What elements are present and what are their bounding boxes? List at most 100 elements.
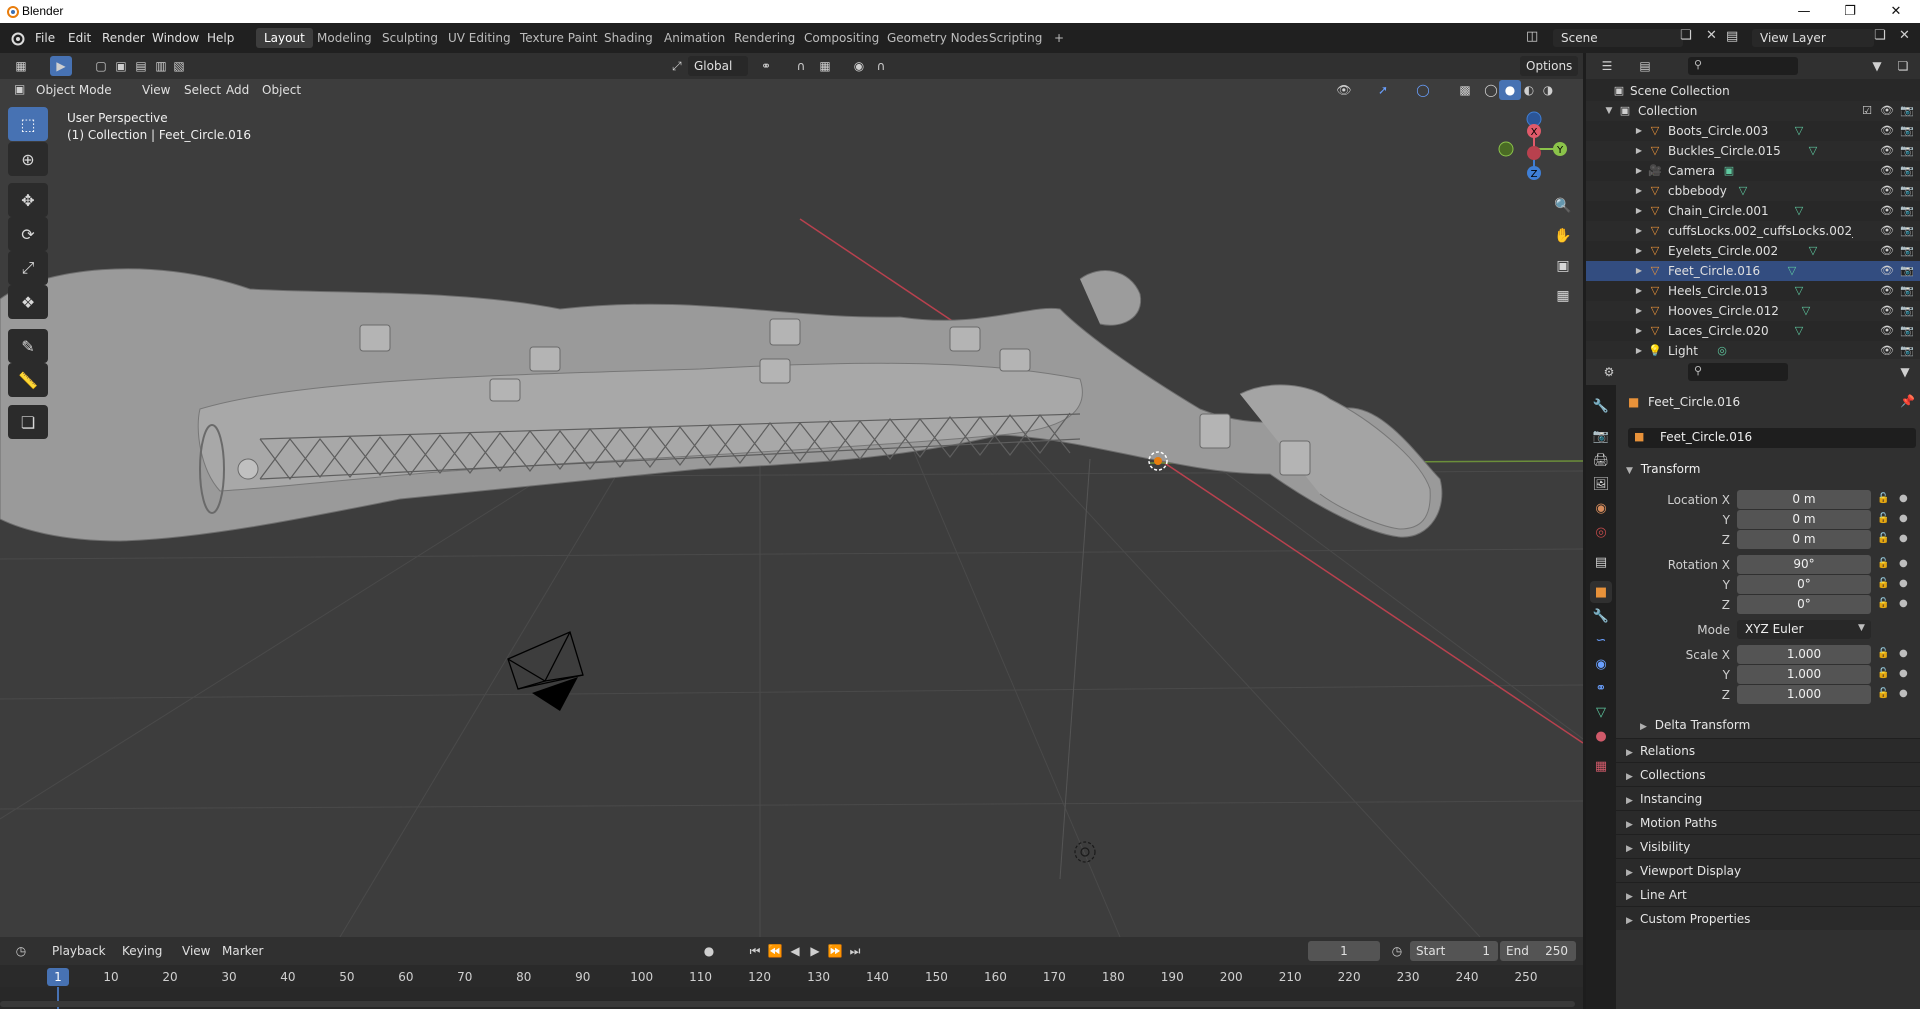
- menu-window[interactable]: Window: [145, 29, 206, 47]
- tab-texture-paint[interactable]: Texture Paint: [512, 28, 605, 48]
- preview-range-icon[interactable]: ◷: [1386, 941, 1408, 961]
- panel-relations[interactable]: ▶ Relations: [1616, 738, 1920, 762]
- start-frame-field[interactable]: Start 1: [1410, 941, 1498, 961]
- delta-transform-subpanel[interactable]: ▶ Delta Transform: [1630, 714, 1910, 736]
- mesh-data-icon[interactable]: ▽: [1785, 264, 1799, 278]
- perspective-toggle-icon[interactable]: ▦: [1550, 283, 1576, 309]
- panel-motion-paths[interactable]: ▶ Motion Paths: [1616, 810, 1920, 834]
- outliner-item[interactable]: ▶ ▽ Laces_Circle.020 👁 📷 ▽: [1586, 321, 1920, 341]
- lock-icon[interactable]: 🔓: [1877, 558, 1889, 569]
- location-z-field[interactable]: 0 m: [1737, 530, 1871, 549]
- tab-compositing[interactable]: Compositing: [796, 28, 887, 48]
- expand-icon[interactable]: ▶: [1632, 204, 1646, 218]
- scale-y-field[interactable]: 1.000: [1737, 665, 1871, 684]
- transform-orientation-dropdown[interactable]: Global: [688, 56, 748, 76]
- falloff-icon[interactable]: ∩: [870, 56, 892, 76]
- scene-name-field[interactable]: Scene: [1553, 29, 1683, 47]
- select-intersect-icon[interactable]: ▧: [168, 56, 190, 76]
- texture-tab-icon[interactable]: ▦: [1590, 755, 1612, 777]
- outliner-search-input[interactable]: [1688, 57, 1798, 75]
- scale-x-field[interactable]: 1.000: [1737, 645, 1871, 664]
- render-camera-icon[interactable]: 📷: [1900, 264, 1914, 278]
- select-new-icon[interactable]: ▢: [90, 56, 112, 76]
- keyframe-dot-icon[interactable]: ●: [1899, 598, 1908, 609]
- rotation-z-field[interactable]: 0°: [1737, 595, 1871, 614]
- hide-eye-icon[interactable]: 👁: [1880, 284, 1894, 298]
- expand-icon[interactable]: ▶: [1632, 164, 1646, 178]
- timeline-menu-view[interactable]: View: [176, 941, 216, 961]
- hide-eye-icon[interactable]: 👁: [1880, 164, 1894, 178]
- render-camera-icon[interactable]: 📷: [1900, 304, 1914, 318]
- cursor-tool-icon[interactable]: ⊕: [8, 142, 48, 176]
- viewport-menu-view[interactable]: View: [136, 80, 176, 100]
- tab-layout[interactable]: Layout: [256, 28, 313, 48]
- scene-tab-icon[interactable]: ◉: [1590, 497, 1612, 519]
- mesh-data-icon[interactable]: ▽: [1806, 144, 1820, 158]
- snap-target-icon[interactable]: ▦: [814, 56, 836, 76]
- tab-sculpting[interactable]: Sculpting: [374, 28, 446, 48]
- menu-render[interactable]: Render: [95, 29, 152, 47]
- keyframe-dot-icon[interactable]: ●: [1899, 578, 1908, 589]
- expand-icon[interactable]: ▶: [1632, 304, 1646, 318]
- outliner-item[interactable]: ▶ ▽ Feet_Circle.016 👁 📷 ▽: [1586, 261, 1920, 281]
- panel-line-art[interactable]: ▶ Line Art: [1616, 882, 1920, 906]
- outliner-collection[interactable]: ▼ ▣ Collection ☑ 👁 📷: [1586, 101, 1920, 121]
- outliner-item[interactable]: ▶ ▽ Hooves_Circle.012 👁 📷 ▽: [1586, 301, 1920, 321]
- camera-data-icon[interactable]: ▣: [1722, 164, 1736, 178]
- hide-eye-icon[interactable]: 👁: [1880, 124, 1894, 138]
- menu-help[interactable]: Help: [200, 29, 241, 47]
- play-icon[interactable]: ▶: [804, 941, 826, 961]
- expand-icon[interactable]: ▶: [1632, 264, 1646, 278]
- outliner-item[interactable]: ▶ 🎥 Camera 👁 📷 ▣: [1586, 161, 1920, 181]
- move-tool-icon[interactable]: ✥: [8, 183, 48, 217]
- transform-panel-header[interactable]: ▼ Transform: [1616, 457, 1920, 481]
- mesh-data-icon[interactable]: ▽: [1792, 204, 1806, 218]
- render-camera-icon[interactable]: 📷: [1900, 164, 1914, 178]
- lock-icon[interactable]: 🔓: [1877, 513, 1889, 524]
- rotation-y-field[interactable]: 0°: [1737, 575, 1871, 594]
- pan-hand-icon[interactable]: ✋: [1550, 223, 1576, 249]
- light-data-icon[interactable]: ◎: [1715, 344, 1729, 358]
- render-camera-icon[interactable]: 📷: [1900, 204, 1914, 218]
- collapse-icon[interactable]: ▼: [1602, 104, 1616, 118]
- render-tab-icon[interactable]: 📷: [1590, 425, 1612, 447]
- object-mode-dropdown[interactable]: Object Mode: [30, 80, 118, 100]
- tab-shading[interactable]: Shading: [596, 28, 661, 48]
- restore-button[interactable]: ❐: [1827, 0, 1873, 23]
- timeline-frame-ruler[interactable]: 1 10 20 30 40 50 60 70 80 90 100 110 120 130 140 150 160…: [0, 965, 1583, 1009]
- properties-editor-type-icon[interactable]: ⚙: [1598, 362, 1620, 382]
- exclude-checkbox-icon[interactable]: ☑: [1860, 104, 1874, 118]
- annotate-tool-icon[interactable]: ✎: [8, 329, 48, 363]
- zoom-icon[interactable]: 🔍: [1550, 193, 1576, 219]
- select-box-tool-icon[interactable]: ⬚: [8, 107, 48, 141]
- tab-rendering[interactable]: Rendering: [726, 28, 803, 48]
- add-cube-tool-icon[interactable]: ❏: [8, 405, 48, 439]
- proportional-edit-icon[interactable]: ◉: [848, 56, 870, 76]
- mesh-data-icon[interactable]: ▽: [1806, 244, 1820, 258]
- keyframe-dot-icon[interactable]: ●: [1899, 648, 1908, 659]
- render-camera-icon[interactable]: 📷: [1900, 224, 1914, 238]
- panel-custom-properties[interactable]: ▶ Custom Properties: [1616, 906, 1920, 930]
- physics-tab-icon[interactable]: ◉: [1590, 653, 1612, 675]
- lock-icon[interactable]: 🔓: [1877, 533, 1889, 544]
- tool-tab-icon[interactable]: 🔧: [1590, 395, 1612, 417]
- mesh-data-icon[interactable]: ▽: [1792, 324, 1806, 338]
- lock-icon[interactable]: 🔓: [1877, 493, 1889, 504]
- blender-menu-icon[interactable]: [9, 30, 25, 46]
- render-camera-icon[interactable]: 📷: [1900, 104, 1914, 118]
- remove-scene-icon[interactable]: ✕: [1706, 28, 1717, 43]
- hide-eye-icon[interactable]: 👁: [1880, 264, 1894, 278]
- hide-eye-icon[interactable]: 👁: [1880, 324, 1894, 338]
- jump-end-icon[interactable]: ⏭: [844, 941, 866, 961]
- minimize-button[interactable]: —: [1781, 0, 1827, 23]
- scene-browse-icon[interactable]: ◫: [1526, 29, 1538, 44]
- jump-prev-keyframe-icon[interactable]: ⏪: [764, 941, 786, 961]
- keyframe-dot-icon[interactable]: ●: [1899, 688, 1908, 699]
- snap-toggle-icon[interactable]: ∩: [790, 56, 812, 76]
- location-x-field[interactable]: 0 m: [1737, 490, 1871, 509]
- lock-icon[interactable]: 🔓: [1877, 648, 1889, 659]
- camera-view-icon[interactable]: ▣: [1550, 253, 1576, 279]
- location-y-field[interactable]: 0 m: [1737, 510, 1871, 529]
- transform-tool-icon[interactable]: ❖: [8, 285, 48, 319]
- constraints-tab-icon[interactable]: ⚭: [1590, 677, 1612, 699]
